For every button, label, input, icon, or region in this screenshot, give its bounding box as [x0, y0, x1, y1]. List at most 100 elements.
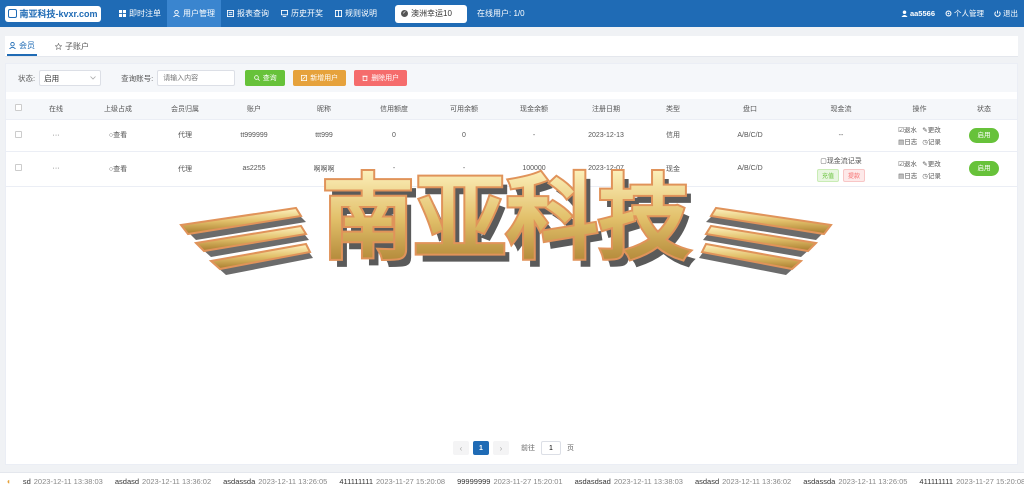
username: aa5566	[909, 9, 935, 18]
record-op[interactable]: ◷记录	[922, 136, 941, 146]
op-label: 更改	[927, 127, 941, 134]
power-icon	[994, 10, 1001, 17]
log-op[interactable]: ▤日志	[898, 170, 917, 180]
ticker-item: asdasd 2023-12-11 13:36:02	[115, 477, 211, 486]
view-link[interactable]: 查看	[113, 166, 127, 173]
online-cell[interactable]: ···	[30, 119, 82, 152]
op-label: 记录	[927, 172, 941, 180]
ticker-item: sd 2023-12-11 13:38:03	[23, 477, 103, 486]
account-search-input[interactable]	[157, 70, 236, 86]
tab-sub-accounts[interactable]: 子账户	[53, 36, 91, 56]
member-tabs: 会员 子账户	[5, 36, 1018, 57]
withdraw-op[interactable]: ☑退水	[898, 158, 917, 168]
col-header: 现金流	[794, 99, 888, 120]
row-select-cell[interactable]	[6, 119, 30, 152]
goto-page-input[interactable]	[541, 441, 561, 455]
grid-icon	[119, 10, 126, 17]
nav-label: 报表查询	[237, 9, 269, 18]
row-checkbox[interactable]	[14, 130, 22, 138]
user-icon	[9, 41, 16, 49]
logout-link[interactable]: 退出	[994, 8, 1018, 19]
tab-members[interactable]: 会员	[7, 36, 37, 56]
next-page-button[interactable]: ›	[493, 441, 509, 455]
col-header: 信用额度	[356, 99, 432, 120]
select-all-checkbox[interactable]	[14, 104, 22, 112]
status-select[interactable]: 启用	[39, 70, 102, 86]
page-number-current[interactable]: 1	[473, 441, 489, 455]
watermark-text: 南亚科技	[322, 165, 690, 272]
op-label: 日志	[904, 172, 918, 180]
withdraw-button[interactable]: 提款	[842, 168, 865, 182]
prev-page-button[interactable]: ‹	[453, 441, 469, 455]
monitor-icon	[281, 10, 288, 17]
status-toggle-button[interactable]: 启用	[969, 127, 999, 143]
ticker-item: asdassda 2023-12-11 13:26:05	[223, 477, 327, 486]
profile-link[interactable]: 个人管理	[945, 8, 984, 19]
ticker-time: 2023-12-11 13:36:02	[722, 477, 792, 486]
modify-op[interactable]: ✎更改	[922, 158, 941, 168]
current-user[interactable]: aa5566	[901, 9, 935, 18]
log-op[interactable]: ▤日志	[898, 136, 917, 146]
ticker-time: 2023-11-27 15:20:08	[956, 477, 1024, 486]
op-label: 记录	[927, 139, 941, 146]
profile-label: 个人管理	[954, 9, 984, 18]
add-user-button-label: 新增用户	[310, 75, 339, 82]
record-op[interactable]: ◷记录	[922, 170, 941, 180]
col-header: 注册日期	[572, 99, 640, 120]
tab-label: 子账户	[65, 41, 89, 51]
search-icon	[253, 75, 260, 81]
game-select[interactable]: ✓ 澳洲幸运10	[395, 4, 467, 23]
row-checkbox[interactable]	[14, 164, 22, 171]
col-header: 可用余额	[432, 99, 496, 120]
view-link[interactable]: 查看	[113, 132, 127, 139]
col-header: 会员归属	[154, 99, 216, 120]
row-select-cell[interactable]	[6, 151, 30, 187]
logout-label: 退出	[1003, 9, 1018, 18]
search-button-label: 查询	[262, 75, 277, 82]
nav-item-user-management[interactable]: 用户管理	[167, 0, 221, 27]
table-header-row: 在线 上级占成 会员归属 账户 昵称 信用额度 可用余额 现金余额 注册日期 类…	[6, 99, 1017, 120]
top-right-menu: aa5566 个人管理 退出	[901, 0, 1018, 27]
ticker-name: 99999999	[457, 477, 491, 486]
nav-item-history-draws[interactable]: 历史开奖	[275, 0, 329, 27]
col-header: 类型	[640, 99, 706, 120]
search-button[interactable]: 查询	[245, 70, 286, 86]
status-select-value: 启用	[44, 73, 60, 83]
page-suffix: 页	[567, 445, 574, 452]
tab-label: 会员	[19, 40, 35, 50]
winner-ticker: ◖ sd 2023-12-11 13:38:03 asdasd 2023-12-11…	[0, 472, 1024, 490]
op-label: 日志	[904, 139, 918, 146]
col-header: 昵称	[292, 99, 356, 120]
delete-user-button[interactable]: 删除用户	[354, 70, 408, 86]
star-icon	[55, 42, 62, 50]
delete-user-button-label: 删除用户	[371, 75, 400, 82]
superior-share-cell[interactable]: ○查看	[82, 119, 154, 152]
op-label: 退水	[903, 160, 917, 168]
ticker-name: sd	[22, 477, 31, 486]
status-toggle-button[interactable]: 启用	[969, 161, 999, 176]
nav-label: 历史开奖	[291, 9, 323, 18]
nav-item-reports[interactable]: 报表查询	[221, 0, 275, 27]
ticker-time: 2023-12-11 13:26:05	[838, 477, 908, 486]
ticker-item: 411111111 2023-11-27 15:20:08	[339, 477, 445, 486]
user-icon	[901, 10, 908, 17]
main-nav: 即时注单 用户管理 报表查询 历史开奖 规则说明	[113, 0, 383, 27]
status-cell: 启用	[951, 151, 1017, 187]
withdraw-op[interactable]: ☑退水	[898, 124, 917, 134]
select-all-cell[interactable]	[6, 99, 30, 120]
brand-logo[interactable]: 南亚科技-kvxr.com	[5, 5, 101, 22]
nav-label: 规则说明	[345, 9, 377, 18]
logo-text: 南亚科技-kvxr.com	[19, 9, 98, 19]
modify-op[interactable]: ✎更改	[922, 124, 941, 134]
nav-item-rules[interactable]: 规则说明	[329, 0, 383, 27]
add-user-button[interactable]: 新增用户	[293, 70, 347, 86]
edit-icon	[301, 75, 308, 81]
ticker-item: asdassda 2023-12-11 13:26:05	[803, 477, 907, 486]
col-header: 上级占成	[82, 99, 154, 120]
game-select-value: 澳洲幸运10	[411, 9, 452, 18]
user-icon	[173, 10, 180, 17]
nav-item-live-bets[interactable]: 即时注单	[113, 0, 167, 27]
superior-share-cell[interactable]: ○查看	[82, 151, 154, 187]
online-cell[interactable]: ···	[30, 151, 82, 187]
ticker-item: 411111111 2023-11-27 15:20:08	[919, 477, 1024, 486]
